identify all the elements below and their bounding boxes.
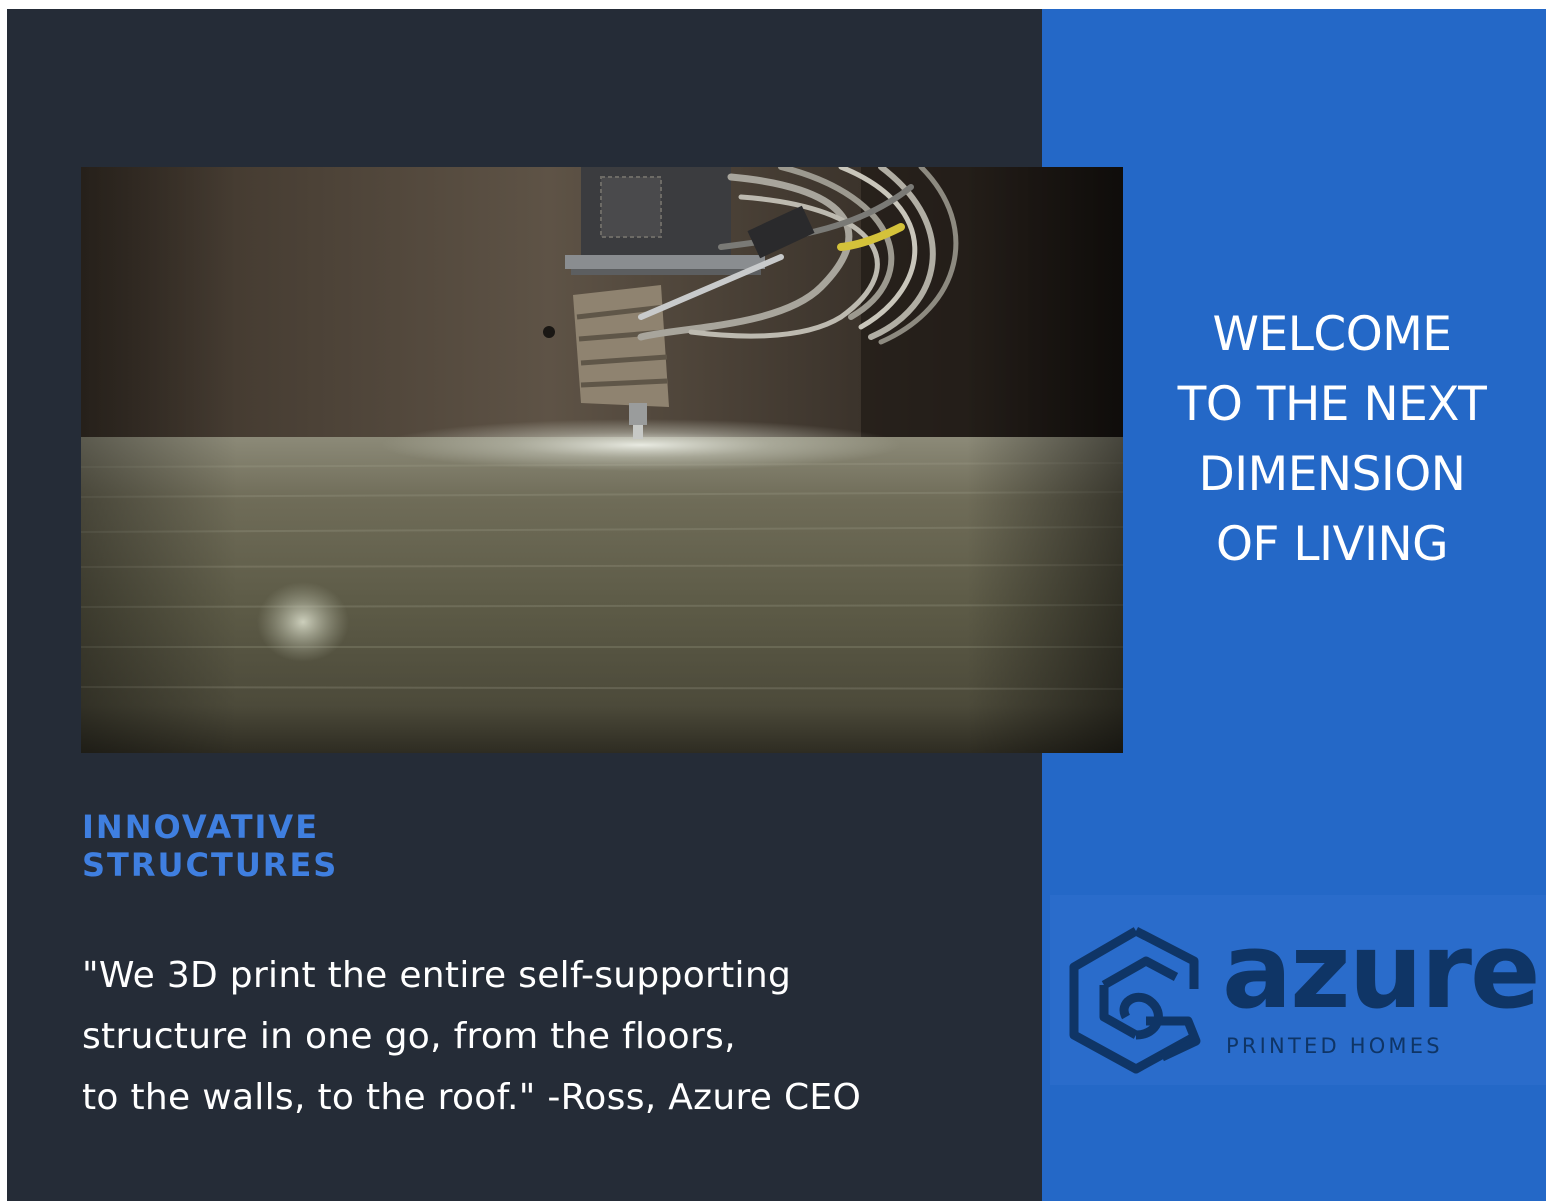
azure-wordmark: azure (1222, 910, 1541, 1032)
printed-homes-tagline: PRINTED HOMES (1226, 1034, 1443, 1058)
azure-logo: azure PRINTED HOMES (1050, 895, 1546, 1085)
ceo-quote: "We 3D print the entire self-supporting … (82, 955, 862, 1118)
printed-house-icon (1069, 927, 1201, 1074)
innovative-structures-heading: INNOVATIVE STRUCTURES (82, 808, 339, 884)
printer-nozzle-photo (81, 167, 1123, 753)
flyer-page: WELCOME TO THE NEXT DIMENSION OF LIVING … (0, 0, 1546, 1201)
welcome-headline: WELCOME TO THE NEXT DIMENSION OF LIVING (1177, 307, 1487, 572)
